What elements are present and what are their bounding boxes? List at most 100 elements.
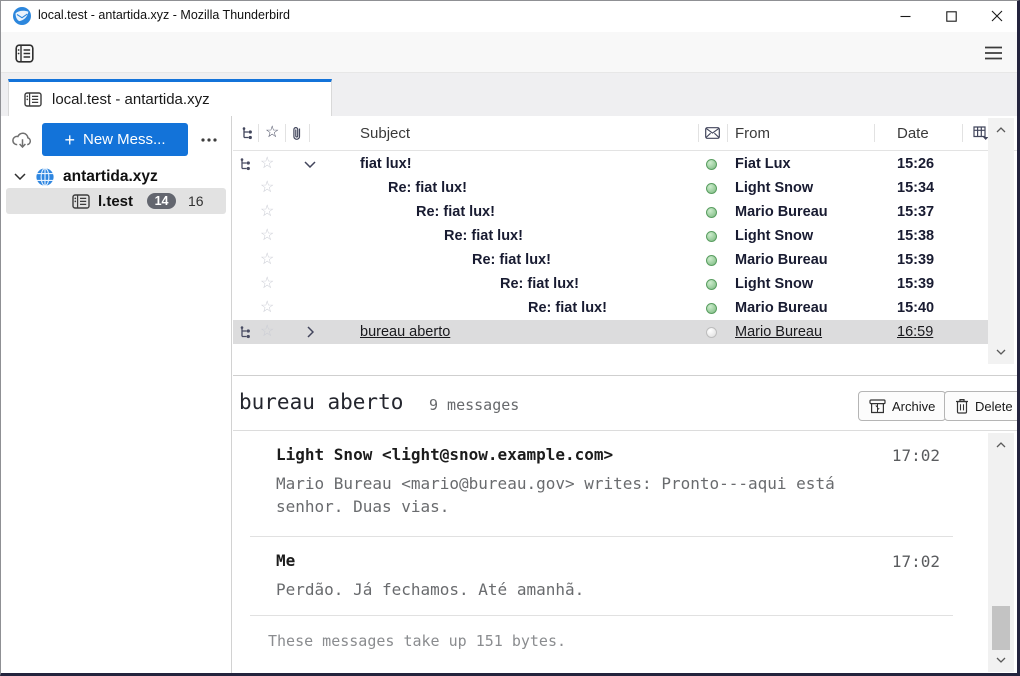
read-dot[interactable]	[706, 176, 717, 200]
content-area: ☆ Subject From Date	[233, 116, 1020, 676]
new-message-button[interactable]: + New Mess...	[42, 123, 188, 156]
twisty-icon[interactable]	[302, 152, 318, 176]
date-cell: 15:39	[897, 272, 934, 296]
message-row[interactable]: ☆ Re: fiat lux! Light Snow 15:38	[233, 224, 988, 248]
globe-icon	[35, 167, 55, 187]
delete-button[interactable]: Delete	[944, 391, 1020, 421]
star-toggle[interactable]: ☆	[260, 200, 274, 224]
thread-subject: bureau aberto	[239, 390, 403, 414]
tab-bar: local.test - antartida.xyz	[0, 73, 1020, 116]
message-time: 17:02	[892, 446, 940, 465]
chevron-down-icon[interactable]	[14, 173, 26, 180]
message-pane-scrollbar[interactable]	[988, 433, 1014, 672]
scroll-up-icon[interactable]	[988, 437, 1014, 453]
subject-column-header[interactable]: Subject	[360, 116, 410, 150]
column-picker-icon	[973, 126, 989, 140]
star-toggle[interactable]: ☆	[260, 224, 274, 248]
subject-cell: Re: fiat lux!	[444, 224, 523, 248]
message-divider	[250, 536, 953, 537]
column-separator	[962, 124, 963, 142]
star-toggle[interactable]: ☆	[260, 296, 274, 320]
column-picker-button[interactable]	[973, 116, 989, 150]
titlebar: local.test - antartida.xyz - Mozilla Thu…	[0, 0, 1020, 32]
subject-cell: Re: fiat lux!	[500, 272, 579, 296]
twisty-icon[interactable]	[302, 272, 318, 296]
thread-icon	[239, 152, 253, 176]
twisty-icon[interactable]	[302, 248, 318, 272]
thunderbird-window: local.test - antartida.xyz - Mozilla Thu…	[0, 0, 1020, 676]
date-cell: 15:39	[897, 248, 934, 272]
read-dot[interactable]	[706, 320, 717, 344]
account-row-antartida[interactable]: antartida.xyz	[0, 164, 231, 189]
star-toggle[interactable]: ☆	[260, 272, 274, 296]
app-menu-button[interactable]	[978, 41, 1008, 65]
twisty-icon[interactable]	[302, 296, 318, 320]
read-dot[interactable]	[706, 248, 717, 272]
scrollbar-thumb[interactable]	[992, 606, 1010, 650]
date-cell: 15:34	[897, 176, 934, 200]
message-row[interactable]: ☆ Re: fiat lux! Mario Bureau 15:39	[233, 248, 988, 272]
read-dot[interactable]	[706, 272, 717, 296]
from-cell: Mario Bureau	[735, 200, 828, 224]
star-toggle[interactable]: ☆	[260, 176, 274, 200]
unified-toolbar	[0, 32, 1020, 73]
twisty-icon[interactable]	[302, 176, 318, 200]
read-dot[interactable]	[706, 200, 717, 224]
scroll-down-icon[interactable]	[988, 652, 1014, 668]
close-button[interactable]	[974, 0, 1020, 32]
archive-label: Archive	[892, 399, 935, 414]
read-column-header[interactable]	[705, 116, 720, 150]
message-pane-header: bureau aberto 9 messages Archive Delete	[233, 375, 1020, 431]
star-toggle[interactable]: ☆	[260, 248, 274, 272]
window-controls	[882, 0, 1020, 32]
date-cell: 15:38	[897, 224, 934, 248]
read-dot[interactable]	[706, 152, 717, 176]
message-sender: Light Snow <light@snow.example.com>	[276, 445, 953, 464]
date-column-header[interactable]: Date	[897, 116, 929, 150]
get-messages-icon[interactable]	[11, 131, 34, 150]
minimize-button[interactable]	[882, 0, 928, 32]
attachment-column-header[interactable]	[292, 116, 302, 150]
column-separator	[698, 124, 699, 142]
star-toggle[interactable]: ☆	[260, 320, 274, 344]
date-cell: 16:59	[897, 320, 933, 344]
message-row[interactable]: ☆ Re: fiat lux! Light Snow 15:39	[233, 272, 988, 296]
message-body: Perdão. Já fechamos. Até amanhã.	[276, 578, 896, 601]
column-separator	[258, 124, 259, 142]
star-icon: ☆	[265, 125, 279, 141]
message-row[interactable]: ☆ bureau aberto Mario Bureau 16:59	[233, 320, 988, 344]
thread-icon	[239, 320, 253, 344]
message-row[interactable]: ☆ fiat lux! Fiat Lux 15:26	[233, 152, 988, 176]
scroll-down-icon[interactable]	[988, 344, 1014, 360]
plus-icon: +	[64, 131, 75, 149]
folder-pane-options-button[interactable]	[196, 128, 222, 152]
message-item[interactable]: Me 17:02 Perdão. Já fechamos. Até amanhã…	[276, 551, 953, 601]
unread-count-badge: 14	[147, 193, 176, 209]
thread-list-header: ☆ Subject From Date	[233, 116, 1020, 151]
message-row[interactable]: ☆ Re: fiat lux! Mario Bureau 15:40	[233, 296, 988, 320]
from-cell: Light Snow	[735, 224, 813, 248]
folder-pane: + New Mess... antartida.xyz l.test 14 16	[0, 116, 232, 676]
message-row[interactable]: ☆ Re: fiat lux! Mario Bureau 15:37	[233, 200, 988, 224]
star-column-header[interactable]: ☆	[265, 116, 279, 150]
thread-list-scrollbar[interactable]	[988, 118, 1014, 364]
message-divider	[250, 615, 953, 616]
twisty-icon[interactable]	[302, 320, 318, 344]
thread-column-header[interactable]	[241, 116, 255, 150]
date-cell: 15:37	[897, 200, 934, 224]
message-item[interactable]: Light Snow <light@snow.example.com> 17:0…	[276, 445, 953, 518]
scroll-up-icon[interactable]	[988, 122, 1014, 138]
spaces-toggle-button[interactable]	[10, 40, 38, 66]
twisty-icon[interactable]	[302, 224, 318, 248]
folder-row-ltest[interactable]: l.test 14 16	[6, 188, 226, 214]
archive-button[interactable]: Archive	[858, 391, 946, 421]
message-row[interactable]: ☆ Re: fiat lux! Light Snow 15:34	[233, 176, 988, 200]
thunderbird-logo-icon	[12, 6, 32, 26]
twisty-icon[interactable]	[302, 200, 318, 224]
read-dot[interactable]	[706, 224, 717, 248]
tab-local-test[interactable]: local.test - antartida.xyz	[8, 79, 332, 116]
from-column-header[interactable]: From	[735, 116, 770, 150]
maximize-button[interactable]	[928, 0, 974, 32]
star-toggle[interactable]: ☆	[260, 152, 274, 176]
read-dot[interactable]	[706, 296, 717, 320]
